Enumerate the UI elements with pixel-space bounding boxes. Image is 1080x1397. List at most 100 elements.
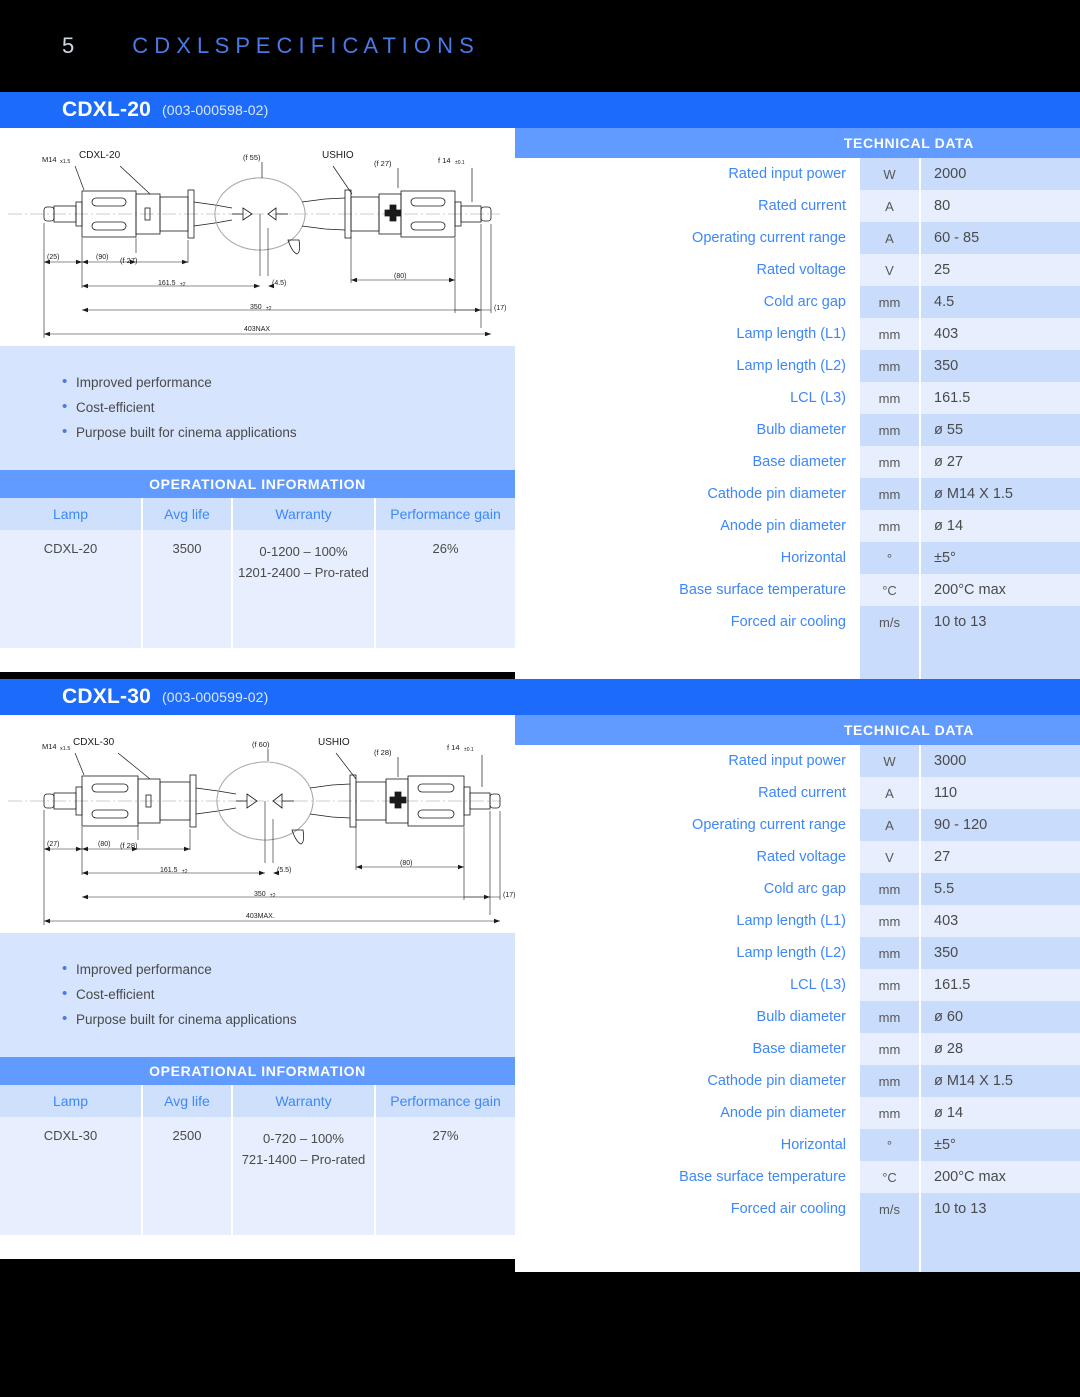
lamp-drawing-svg: M14 x1.5 CDXL-30 (f 60) USHIO (f 28) f 1… — [8, 737, 515, 925]
col-performance-gain: Performance gain — [375, 1085, 515, 1117]
cell-lamp: CDXL-20 — [0, 530, 143, 648]
tech-unit: mm — [860, 937, 921, 969]
tech-value: 3000 — [920, 745, 1080, 777]
list-item: Cost-efficient — [62, 394, 515, 420]
tech-label: LCL (L3) — [515, 969, 860, 1001]
chapter-number: 5 — [62, 33, 75, 58]
warranty-line-2: 721-1400 – Pro-rated — [241, 1152, 366, 1167]
tech-unit: mm — [860, 1033, 921, 1065]
technical-data-row: Base diameter mm ø 27 — [515, 446, 1080, 478]
tech-unit: m/s — [860, 606, 921, 638]
technical-data-row: Rated input power W 3000 — [515, 745, 1080, 777]
tech-label: Rated input power — [515, 158, 860, 190]
drawing-callout-anode-tol: ±0.1 — [455, 160, 465, 166]
lamp-technical-drawing: M14 x1.5 CDXL-20 (f 55) USHIO (f 27) f 1… — [0, 128, 515, 346]
dim-350-tol: ±2 — [270, 893, 276, 899]
technical-data-row: Forced air cooling m/s 10 to 13 — [515, 606, 1080, 638]
tech-label: Bulb diameter — [515, 414, 860, 446]
dim-arcgap: (5.5) — [277, 867, 291, 874]
list-item: Purpose built for cinema applications — [62, 1006, 515, 1032]
tech-label: Lamp length (L2) — [515, 350, 860, 382]
table-row: CDXL-30 2500 0-720 – 100% 721-1400 – Pro… — [0, 1117, 515, 1235]
tech-unit: mm — [860, 318, 921, 350]
tech-label: Forced air cooling — [515, 1193, 860, 1225]
technical-data-row: Operating current range A 90 - 120 — [515, 809, 1080, 841]
tech-unit: mm — [860, 286, 921, 318]
tech-unit: mm — [860, 510, 921, 542]
technical-data-row: Bulb diameter mm ø 60 — [515, 1001, 1080, 1033]
dim-161-tol: ±2 — [182, 869, 188, 875]
product-name: CDXL-20 — [62, 98, 151, 121]
tech-unit: mm — [860, 1097, 921, 1129]
dim-80-right: (80) — [394, 273, 406, 280]
drawing-label-thread-sub: x1.5 — [60, 746, 70, 752]
page-header: 5 C D X L S P E C I F I C A T I O N S — [0, 0, 1080, 92]
col-performance-gain: Performance gain — [375, 498, 515, 530]
dim-17: (17) — [503, 892, 515, 899]
dim-27: (27) — [47, 841, 59, 848]
technical-data-table: Rated input power W 3000 Rated current A 110 O… — [515, 745, 1080, 1275]
dim-17: (17) — [494, 305, 506, 312]
tech-value: 4.5 — [920, 286, 1080, 318]
tech-unit: A — [860, 222, 921, 254]
tech-label: Cathode pin diameter — [515, 478, 860, 510]
tech-value: 350 — [920, 350, 1080, 382]
technical-data-row: Lamp length (L1) mm 403 — [515, 318, 1080, 350]
tech-unit: A — [860, 190, 921, 222]
operational-information-table: Lamp Avg life Warranty Performance gain … — [0, 498, 515, 648]
dim-90: (90) — [96, 254, 108, 261]
drawing-label-part: CDXL-20 — [79, 150, 121, 161]
technical-data-row: LCL (L3) mm 161.5 — [515, 969, 1080, 1001]
tech-value: 110 — [920, 777, 1080, 809]
tech-label: Lamp length (L2) — [515, 937, 860, 969]
section-title-bar: CDXL-30 (003-000599-02) — [0, 679, 1080, 715]
tech-unit: ° — [860, 542, 921, 574]
tech-unit: ° — [860, 1129, 921, 1161]
technical-data-row: Base surface temperature °C 200°C max — [515, 1161, 1080, 1193]
tech-value: 2000 — [920, 158, 1080, 190]
technical-data-row: Lamp length (L1) mm 403 — [515, 905, 1080, 937]
list-item: Cost-efficient — [62, 981, 515, 1007]
drawing-callout-base-dia-right: (f 28) — [374, 748, 392, 757]
tech-value: 90 - 120 — [920, 809, 1080, 841]
tech-label: Anode pin diameter — [515, 510, 860, 542]
product-code: (003-000598-02) — [162, 102, 269, 118]
product-section-cdxl-20: CDXL-20 (003-000598-02) M14 x1.5 CDXL-20… — [0, 92, 1080, 688]
tech-value: ø 60 — [920, 1001, 1080, 1033]
table-header-row: Lamp Avg life Warranty Performance gain — [0, 1085, 515, 1117]
tech-label: Rated current — [515, 777, 860, 809]
table-header-row: Lamp Avg life Warranty Performance gain — [0, 498, 515, 530]
technical-data-row: Lamp length (L2) mm 350 — [515, 937, 1080, 969]
tech-label: Rated current — [515, 190, 860, 222]
list-item: Improved performance — [62, 956, 515, 982]
product-name: CDXL-30 — [62, 685, 151, 708]
technical-data-row: Bulb diameter mm ø 55 — [515, 414, 1080, 446]
cell-warranty: 0-1200 – 100% 1201-2400 – Pro-rated — [232, 530, 376, 648]
technical-data-heading: TECHNICAL DATA — [515, 715, 1080, 745]
tech-unit: mm — [860, 414, 921, 446]
tech-unit: mm — [860, 478, 921, 510]
drawing-label-thread: M14 — [42, 742, 57, 751]
tech-value: 161.5 — [920, 382, 1080, 414]
tech-unit: mm — [860, 1001, 921, 1033]
lamp-drawing-svg: M14 x1.5 CDXL-20 (f 55) USHIO (f 27) f 1… — [8, 150, 506, 338]
tech-label: Base diameter — [515, 1033, 860, 1065]
list-item: Improved performance — [62, 369, 515, 395]
technical-data-row: Rated voltage V 25 — [515, 254, 1080, 286]
tech-label: Operating current range — [515, 222, 860, 254]
col-avg-life: Avg life — [142, 1085, 233, 1117]
dim-80-right: (80) — [400, 860, 412, 867]
feature-bullet-list: Improved performance Cost-efficient Purp… — [0, 346, 515, 471]
tech-unit: mm — [860, 1065, 921, 1097]
operational-information-heading: OPERATIONAL INFORMATION — [0, 470, 515, 498]
tech-label: Base surface temperature — [515, 574, 860, 606]
dim-25: (25) — [47, 254, 59, 261]
tech-value: 10 to 13 — [920, 606, 1080, 638]
technical-data-row: Lamp length (L2) mm 350 — [515, 350, 1080, 382]
col-warranty: Warranty — [232, 1085, 376, 1117]
tech-label: Cathode pin diameter — [515, 1065, 860, 1097]
tech-value: 80 — [920, 190, 1080, 222]
specification-page: 5 C D X L S P E C I F I C A T I O N S CDX… — [0, 0, 1080, 1397]
technical-data-table: Rated input power W 2000 Rated current A 80 Op… — [515, 158, 1080, 688]
dim-161-tol: ±2 — [180, 282, 186, 288]
